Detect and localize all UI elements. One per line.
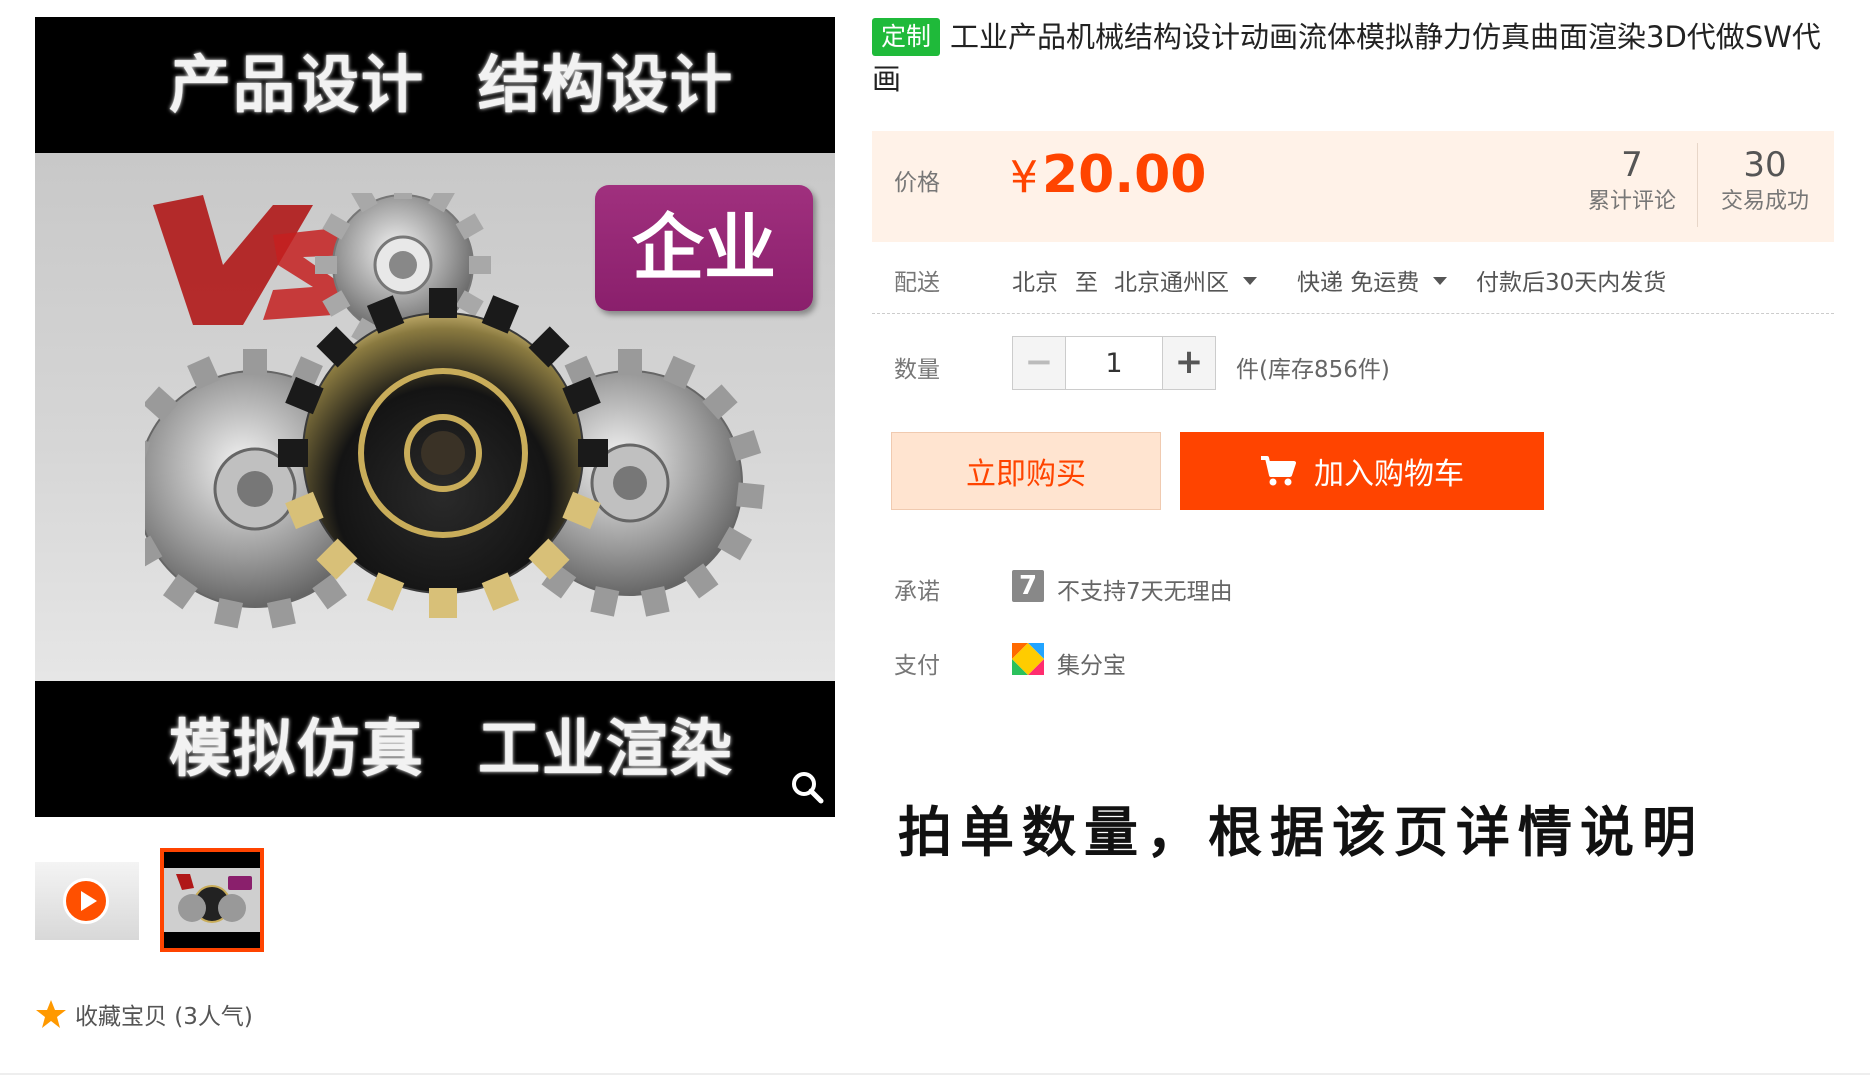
image-thumbnail-selected[interactable]	[160, 848, 264, 952]
stock-text: 件(库存856件)	[1236, 357, 1390, 383]
product-title-block: 定制 工业产品机械结构设计动画流体模拟静力仿真曲面渲染3D代做SW代画	[872, 16, 1832, 100]
destination-text: 北京通州区	[1114, 270, 1229, 296]
currency-symbol: ¥	[1010, 152, 1038, 203]
custom-tag: 定制	[872, 18, 941, 56]
sales-label: 交易成功	[1720, 189, 1809, 214]
increase-button[interactable]: +	[1162, 336, 1216, 390]
divider	[0, 1073, 1870, 1075]
price-label: 价格	[894, 170, 940, 196]
enterprise-badge: 企业	[595, 185, 813, 311]
shipping-text: 快递 免运费	[1297, 270, 1420, 296]
payment-text: 集分宝	[1057, 653, 1126, 679]
quantity-label: 数量	[894, 357, 940, 383]
product-title: 工业产品机械结构设计动画流体模拟静力仿真曲面渲染3D代做SW代画	[872, 20, 1821, 96]
main-product-image[interactable]: 产品设计 结构设计 企业 模拟仿真 工业渲染	[35, 17, 835, 817]
ship-to-word: 至	[1075, 270, 1098, 296]
quantity-stepper: − +	[1012, 336, 1216, 390]
ship-time: 付款后30天内发货	[1476, 270, 1667, 296]
order-notice: 拍单数量，根据该页详情说明	[898, 800, 1704, 864]
quantity-row: 数量 − + 件(库存856件)	[872, 336, 1834, 392]
image-top-banner: 产品设计 结构设计	[35, 17, 835, 153]
sales-count: 30	[1743, 145, 1787, 185]
payment-label: 支付	[894, 653, 940, 679]
payment-row: 支付 集分宝	[872, 640, 1472, 680]
cart-icon	[1261, 456, 1296, 486]
price-amount: 20.00	[1042, 145, 1207, 205]
quantity-input[interactable]	[1066, 336, 1162, 390]
seven-day-icon: 7	[1012, 570, 1044, 602]
banner-text-product-design: 产品设计	[169, 48, 426, 121]
favorite-label: 收藏宝贝 (3人气)	[75, 1004, 253, 1030]
image-bottom-banner: 模拟仿真 工业渲染	[35, 681, 835, 817]
thumbnail-preview	[164, 852, 260, 948]
decrease-button[interactable]: −	[1012, 336, 1066, 390]
stat-divider	[1697, 143, 1698, 227]
favorite-item[interactable]: 收藏宝贝 (3人气)	[35, 996, 253, 1032]
reviews-label: 累计评论	[1587, 189, 1676, 214]
shipping-select[interactable]: 快递 免运费	[1297, 263, 1448, 297]
play-icon[interactable]	[63, 878, 109, 924]
price-panel: 价格 ¥20.00 7 累计评论 30 交易成功	[872, 131, 1834, 242]
price-value: ¥20.00	[1010, 145, 1206, 205]
ship-from: 北京	[1012, 270, 1058, 296]
add-to-cart-label: 加入购物车	[1314, 457, 1464, 492]
promise-row: 承诺 7 不支持7天无理由	[872, 566, 1472, 606]
reviews-count: 7	[1621, 145, 1643, 185]
promise-text[interactable]: 不支持7天无理由	[1057, 572, 1233, 606]
banner-text-structure-design: 结构设计	[478, 48, 735, 121]
star-icon	[36, 1000, 66, 1028]
banner-text-rendering: 工业渲染	[478, 712, 735, 785]
banner-text-simulation: 模拟仿真	[169, 712, 426, 785]
sales-stat: 30 交易成功	[1700, 143, 1830, 217]
add-to-cart-button[interactable]: 加入购物车	[1180, 432, 1544, 510]
jifenbao-icon	[1012, 643, 1044, 675]
video-thumbnail[interactable]	[35, 862, 139, 940]
search-icon[interactable]	[789, 769, 825, 805]
gears-render: 企业	[35, 153, 835, 681]
promise-label: 承诺	[894, 579, 940, 605]
delivery-label: 配送	[894, 270, 940, 296]
chevron-down-icon	[1433, 277, 1448, 285]
destination-select[interactable]: 北京通州区	[1114, 263, 1257, 297]
chevron-down-icon	[1243, 277, 1257, 285]
buy-now-button[interactable]: 立即购买	[891, 432, 1161, 510]
delivery-row: 配送 北京 至 北京通州区 快递 免运费 付款后30天内发货	[872, 255, 1834, 314]
reviews-stat[interactable]: 7 累计评论	[1567, 143, 1697, 217]
